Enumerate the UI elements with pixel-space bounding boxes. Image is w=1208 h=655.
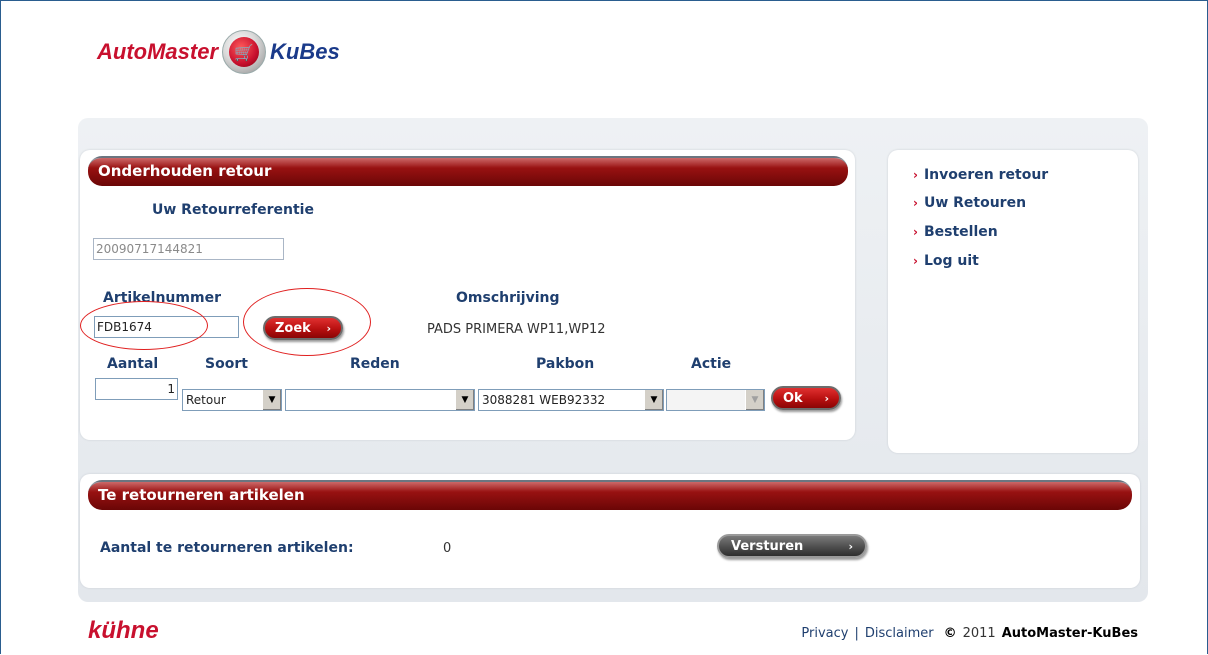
sidebar-item-label: Invoeren retour xyxy=(923,167,1049,183)
returns-title: Te retourneren artikelen xyxy=(98,486,305,504)
dropdown-arrow-icon: ▼ xyxy=(262,390,281,410)
chevron-right-icon: › xyxy=(913,254,918,268)
shopping-cart-icon: 🛒 xyxy=(222,30,267,74)
ok-button[interactable]: Ok › xyxy=(771,386,841,410)
sidebar-item-your-returns[interactable]: › Uw Retouren xyxy=(913,195,1026,211)
return-reference-label: Uw Retourreferentie xyxy=(152,202,314,218)
footer-links: Privacy | Disclaimer © 2011 AutoMaster-K… xyxy=(801,626,1138,641)
packing-slip-label: Pakbon xyxy=(536,356,595,372)
return-count-label: Aantal te retourneren artikelen: xyxy=(100,540,354,556)
type-select-value: Retour xyxy=(186,393,226,407)
reason-label: Reden xyxy=(350,356,400,372)
section-title: Onderhouden retour xyxy=(98,162,272,180)
automaster-kubes-logo: AutoMaster 🛒 KuBes xyxy=(97,24,340,80)
chevron-right-icon: › xyxy=(913,225,918,239)
annotation-circle-search xyxy=(243,288,371,356)
quantity-label: Aantal xyxy=(107,356,159,372)
send-button[interactable]: Versturen › xyxy=(717,534,867,558)
sidebar-item-enter-return[interactable]: › Invoeren retour xyxy=(913,167,1048,183)
ok-button-label: Ok xyxy=(783,390,803,406)
packing-slip-select[interactable]: 3088281 WEB92332 ▼ xyxy=(478,389,664,411)
action-label: Actie xyxy=(691,356,732,372)
quantity-field[interactable] xyxy=(95,378,178,400)
footer-separator: | xyxy=(854,626,859,641)
packing-slip-select-value: 3088281 WEB92332 xyxy=(482,393,606,407)
sidebar-item-order[interactable]: › Bestellen xyxy=(913,224,998,240)
kuhne-logo: kühne xyxy=(88,617,159,644)
annotation-circle-article xyxy=(80,301,208,350)
disclaimer-link[interactable]: Disclaimer xyxy=(865,626,934,641)
copyright-symbol: © xyxy=(943,626,957,641)
type-label: Soort xyxy=(205,356,248,372)
logo-text-kubes: KuBes xyxy=(270,39,340,64)
reason-select[interactable]: ▼ xyxy=(285,389,475,411)
description-label: Omschrijving xyxy=(456,290,560,306)
sidebar-item-label: Uw Retouren xyxy=(923,195,1027,211)
dropdown-arrow-icon: ▼ xyxy=(455,390,474,410)
description-value: PADS PRIMERA WP11,WP12 xyxy=(427,322,606,337)
sidebar-item-label: Log uit xyxy=(923,253,979,269)
chevron-right-icon: › xyxy=(824,391,829,405)
footer-brand: AutoMaster-KuBes xyxy=(1001,626,1138,641)
return-reference-field[interactable] xyxy=(93,238,284,260)
dropdown-arrow-icon: ▼ xyxy=(644,390,663,410)
chevron-right-icon: › xyxy=(913,196,918,210)
logo-text-automaster: AutoMaster xyxy=(97,39,219,64)
chevron-right-icon: › xyxy=(848,539,853,553)
action-select[interactable]: ▼ xyxy=(666,389,765,411)
sidebar-item-logout[interactable]: › Log uit xyxy=(913,253,979,269)
send-button-label: Versturen xyxy=(731,538,804,554)
return-count-value: 0 xyxy=(443,541,452,556)
type-select[interactable]: Retour ▼ xyxy=(182,389,282,411)
section-title-bar: Onderhouden retour xyxy=(88,156,848,186)
dropdown-arrow-icon: ▼ xyxy=(745,390,764,410)
returns-title-bar: Te retourneren artikelen xyxy=(88,480,1132,510)
copyright-year: 2011 xyxy=(962,626,996,641)
privacy-link[interactable]: Privacy xyxy=(801,626,848,641)
chevron-right-icon: › xyxy=(913,168,918,182)
sidebar-item-label: Bestellen xyxy=(923,224,998,240)
